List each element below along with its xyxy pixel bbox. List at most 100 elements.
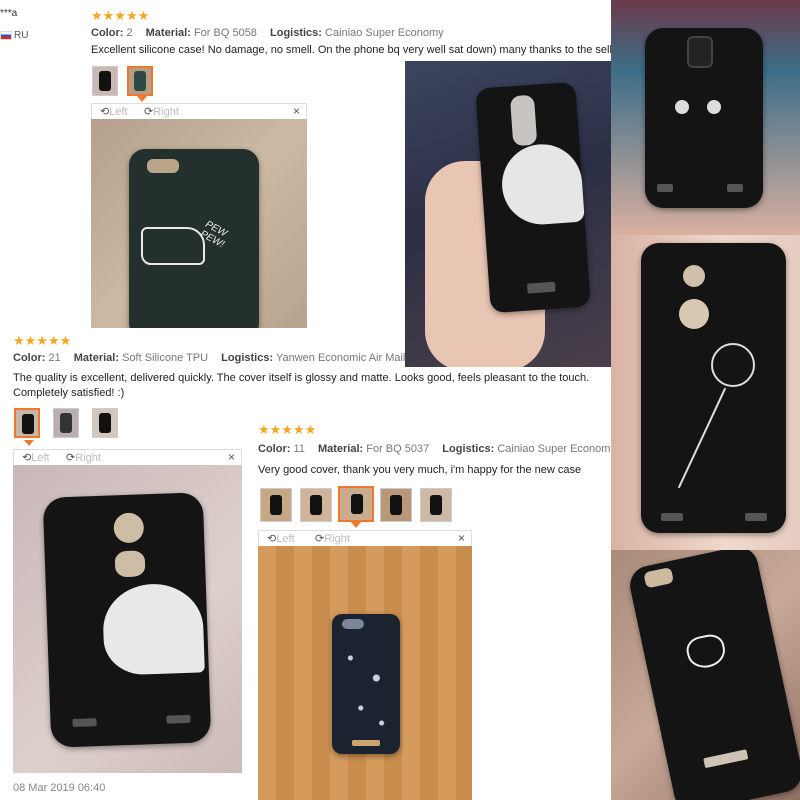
phone-case [626,550,800,800]
review-thumbnail[interactable] [92,408,118,438]
logistics-value: Yanwen Economic Air Mail [275,352,406,364]
color-label: Color: [91,27,124,39]
review-photo-cat [405,61,611,367]
logistics-value: Cainiao Super Economy [325,27,444,39]
case-slot [661,513,683,521]
rotate-right-button[interactable]: ⟳Right [144,105,179,118]
review-thumbnail[interactable] [300,488,332,522]
rotate-left-label: Left [109,106,128,118]
logistics-label: Logistics: [221,352,274,364]
case-slot [703,749,749,769]
review-photo [13,465,242,773]
cat-drawing [101,582,205,676]
phone-case [332,614,400,754]
rose-drawing [711,343,755,387]
rotate-right-icon: ⟳ [66,452,76,464]
rotate-right-icon: ⟳ [144,106,154,118]
review-photo [258,546,472,800]
logistics-label: Logistics: [442,443,495,455]
review-thumbnail-selected[interactable] [127,66,153,96]
selected-indicator-icon [137,96,147,102]
star-rating: ★★★★★ [13,333,72,348]
cat-eye-right [707,100,721,114]
close-viewer-button[interactable]: × [458,531,465,545]
hand-gun-drawing [141,227,205,265]
material-value: For BQ 5037 [366,443,430,455]
selected-indicator-icon [351,522,361,528]
camera-cutout [113,512,145,544]
camera-cutout [342,619,364,629]
rotate-right-label: Right [153,106,179,118]
rotate-right-label: Right [324,533,350,545]
material-label: Material: [145,27,191,39]
review-photo-cat-eyes [611,0,800,235]
country-code: RU [14,30,29,41]
reviewer-country: RU [0,30,28,41]
review-thumbnail-selected[interactable] [338,486,374,522]
color-value: 11 [293,443,305,455]
camera-cutout [509,94,538,147]
review-thumbnail[interactable] [260,488,292,522]
review-text: Very good cover, thank you very much, i'… [258,464,582,476]
color-value: 21 [48,352,61,364]
case-slot [727,184,743,192]
review-thumbnail[interactable] [420,488,452,522]
phone-case [42,492,212,748]
review-thumbnail-selected[interactable] [14,408,40,438]
image-viewer-toolbar: ⟲Left ⟳Right × [13,449,242,465]
case-slot [166,714,191,724]
rotate-right-label: Right [75,452,101,464]
camera-cutout [643,566,675,589]
case-slot [352,740,380,746]
flag-icon [0,30,12,40]
rotate-left-label: Left [276,533,295,545]
color-value: 2 [126,27,133,39]
review-thumbnail[interactable] [53,408,79,438]
rotate-left-button[interactable]: ⟲Left [100,105,128,118]
cat-eye-left [675,100,689,114]
fingerprint-sensor [114,550,146,578]
color-label: Color: [13,352,46,364]
rotate-left-icon: ⟲ [100,106,110,118]
material-label: Material: [317,443,364,455]
star-rating: ★★★★★ [258,422,317,437]
material-value: Soft Silicone TPU [122,352,209,364]
reviewer-name: ***a [0,8,18,19]
phone-case: PEW PEW! [129,149,259,328]
review-thumbnail[interactable] [92,66,118,96]
camera-cutout [683,265,705,287]
close-viewer-button[interactable]: × [228,450,235,464]
rotate-right-button[interactable]: ⟳Right [315,532,350,545]
rotate-right-button[interactable]: ⟳Right [66,451,101,464]
rose-stem [677,387,727,489]
rotate-left-icon: ⟲ [267,533,277,545]
case-slot [745,513,767,521]
case-print-text: PEW PEW! [198,218,229,251]
image-viewer-toolbar: ⟲Left ⟳Right × [91,103,307,119]
color-label: Color: [258,443,291,455]
rotate-left-button[interactable]: ⟲Left [22,451,50,464]
phone-case [475,81,591,314]
phone-case [645,28,763,208]
review-date: 08 Mar 2019 06:40 [13,782,106,794]
camera-cutout [687,36,713,68]
material-value: For BQ 5058 [193,27,257,39]
logistics-label: Logistics: [270,27,322,39]
logistics-value: Cainiao Super Econom [497,443,610,455]
review-text: Excellent silicone case! No damage, no s… [91,44,625,56]
review-text: The quality is excellent, delivered quic… [13,372,590,399]
review-meta: Color: 11 Material: For BQ 5037 Logistic… [258,443,610,455]
fingerprint-sensor [679,299,709,329]
review-thumbnail[interactable] [380,488,412,522]
case-slot [526,281,556,294]
case-slot [657,184,673,192]
review-meta: Color: 2 Material: For BQ 5058 Logistics… [91,27,454,39]
image-viewer-toolbar: ⟲Left ⟳Right × [258,530,472,546]
close-viewer-button[interactable]: × [293,104,300,118]
review-meta: Color: 21 Material: Soft Silicone TPU Lo… [13,352,415,364]
review-photo-rose [611,235,800,550]
rotate-left-button[interactable]: ⟲Left [267,532,295,545]
cat-drawing [499,141,585,228]
rotate-left-icon: ⟲ [22,452,32,464]
review-photo-cat-face [611,550,800,800]
